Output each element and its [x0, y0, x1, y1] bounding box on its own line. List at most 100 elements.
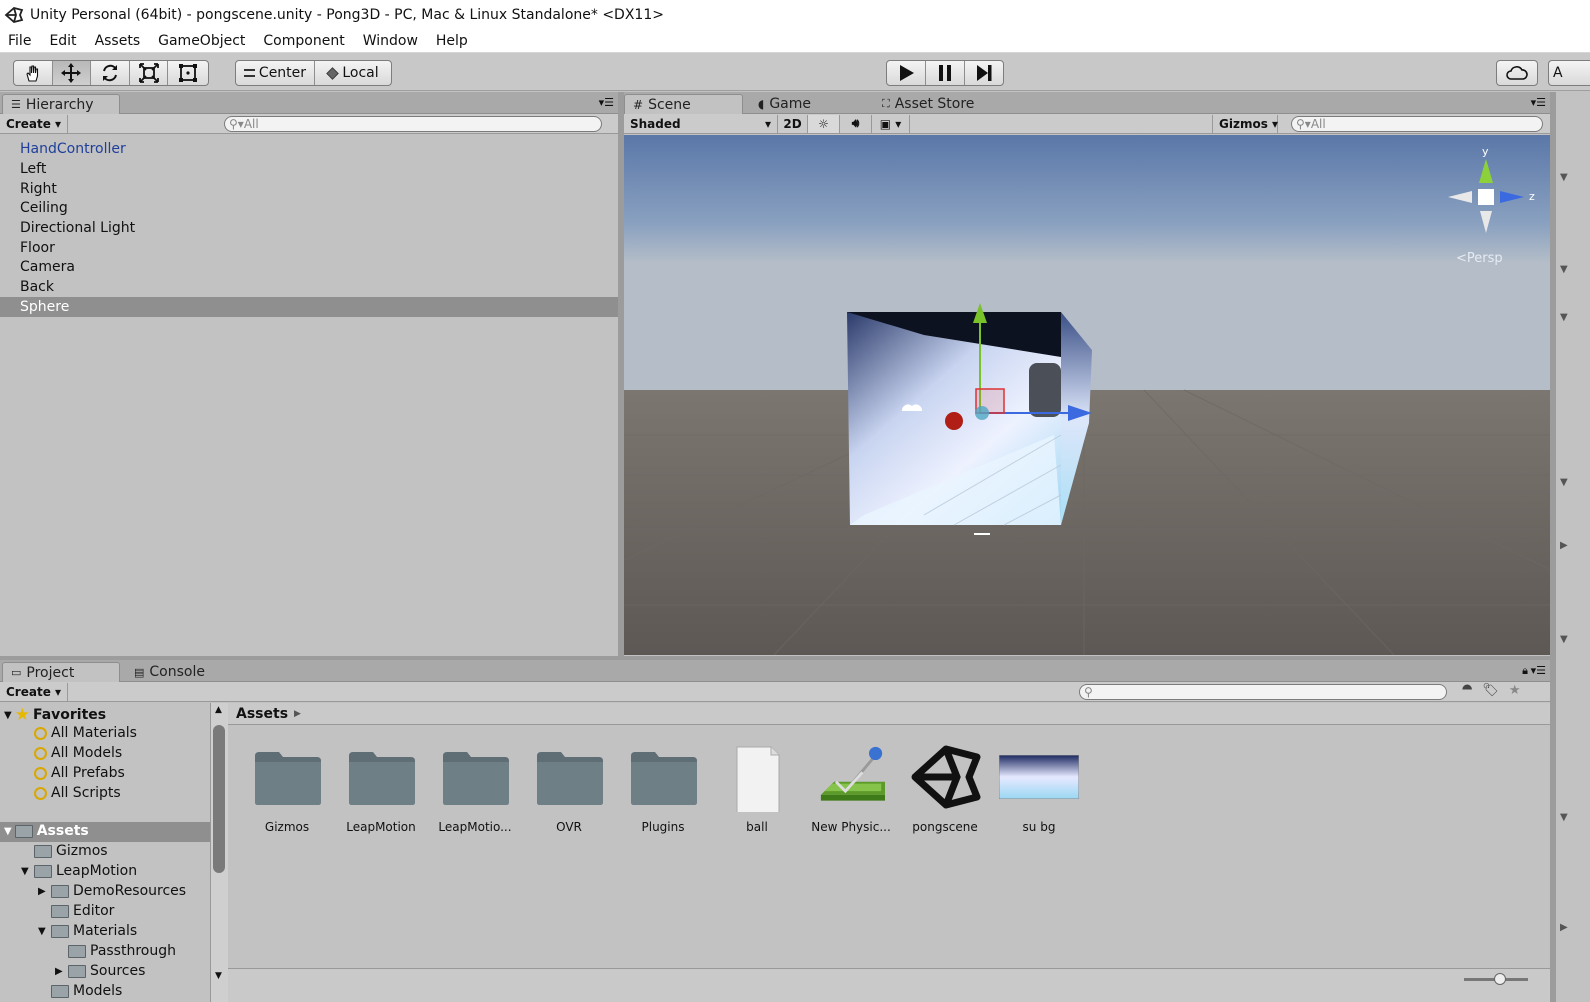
panel-menu-icon[interactable]: ▾☰	[599, 96, 614, 109]
cloud-services-button[interactable]	[1496, 60, 1538, 86]
hierarchy-item-handcontroller[interactable]: HandController	[20, 141, 126, 157]
pivot-local-button[interactable]: Local	[315, 61, 391, 85]
foldout-arrow-icon[interactable]: ▶	[1560, 540, 1568, 551]
tree-item-models[interactable]: Models	[38, 983, 122, 999]
tab-project[interactable]: ▭ Project	[2, 662, 120, 682]
arrow-right-icon[interactable]: ▶	[38, 886, 51, 897]
arrow-down-icon[interactable]: ▼	[21, 866, 34, 877]
asset-item-label: Gizmos	[264, 820, 310, 834]
shading-mode-dropdown[interactable]: Shaded ▾	[624, 114, 778, 133]
menu-help[interactable]: Help	[436, 33, 468, 49]
hierarchy-item-left[interactable]: Left	[20, 161, 46, 177]
asset-item-label: su bg	[1022, 820, 1056, 834]
foldout-arrow-icon[interactable]: ▼	[1560, 172, 1568, 183]
window-title: Unity Personal (64bit) - pongscene.unity…	[30, 6, 664, 23]
arrow-right-icon[interactable]: ▶	[55, 966, 68, 977]
filter-by-type-icon[interactable]: ⯊	[1462, 683, 1472, 701]
tab-console[interactable]: ▤ Console	[126, 662, 236, 682]
menu-component[interactable]: Component	[263, 33, 344, 49]
favorite-all-prefabs[interactable]: All Prefabs	[34, 765, 125, 781]
foldout-arrow-icon[interactable]: ▼	[1560, 312, 1568, 323]
hierarchy-create-dropdown[interactable]: Create ▾	[0, 114, 69, 133]
project-search-input[interactable]: ⚲	[1079, 684, 1447, 700]
foldout-arrow-icon[interactable]: ▼	[1560, 812, 1568, 823]
scene-effects-dropdown[interactable]: ▣ ▾	[872, 114, 910, 133]
tree-item-editor[interactable]: Editor	[38, 903, 114, 919]
tab-asset-store[interactable]: ⛶ Asset Store	[874, 94, 1004, 114]
tree-item-gizmos[interactable]: Gizmos	[21, 843, 108, 859]
tree-item-sources[interactable]: ▶ Sources	[55, 963, 145, 979]
arrow-down-icon[interactable]: ▼	[38, 926, 51, 937]
scrollbar-thumb[interactable]	[213, 725, 225, 873]
pivot-toggles: Center Local	[235, 60, 392, 86]
favorite-star-icon[interactable]: ★	[1509, 683, 1521, 701]
foldout-arrow-icon[interactable]: ▼	[1560, 634, 1568, 645]
scroll-down-icon[interactable]: ▼	[215, 971, 222, 981]
menu-window[interactable]: Window	[363, 33, 418, 49]
account-button[interactable]: A	[1548, 60, 1590, 86]
menu-gameobject[interactable]: GameObject	[158, 33, 245, 49]
filter-by-label-icon[interactable]: 🏷︎	[1482, 683, 1499, 701]
tree-item-leapmotion[interactable]: ▼ LeapMotion	[21, 863, 137, 879]
folder-icon	[51, 884, 69, 898]
asset-item-label: LeapMotio...	[438, 820, 512, 834]
move-tool-button[interactable]	[52, 61, 92, 85]
breadcrumb: Assets ▶	[228, 703, 1550, 725]
hierarchy-item-directional-light[interactable]: Directional Light	[20, 220, 135, 236]
scroll-up-icon[interactable]: ▲	[215, 705, 222, 715]
favorites-header[interactable]: ▼ ★ Favorites	[4, 705, 106, 725]
rect-transform-icon	[179, 64, 198, 82]
rotate-tool-button[interactable]	[91, 61, 130, 85]
menu-file[interactable]: File	[8, 33, 31, 49]
menu-edit[interactable]: Edit	[49, 33, 76, 49]
favorite-all-models[interactable]: All Models	[34, 745, 122, 761]
hierarchy-item-ceiling[interactable]: Ceiling	[20, 200, 68, 216]
hierarchy-item-right[interactable]: Right	[20, 181, 57, 197]
rect-tool-button[interactable]	[168, 61, 208, 85]
foldout-arrow-icon[interactable]: ▼	[1560, 477, 1568, 488]
lock-icon[interactable]: 🔒︎	[1522, 664, 1528, 678]
favorite-all-materials[interactable]: All Materials	[34, 725, 137, 741]
scene-audio-toggle[interactable]: 🔊︎	[840, 114, 872, 133]
projection-label[interactable]: <Persp	[1456, 251, 1503, 266]
panel-menu-icon[interactable]: ▾☰	[1531, 96, 1546, 109]
tree-item-label: Gizmos	[56, 843, 108, 859]
foldout-arrow-icon[interactable]: ▼	[1560, 264, 1568, 275]
tree-assets-root[interactable]: ▼ Assets	[4, 823, 89, 839]
favorite-all-scripts[interactable]: All Scripts	[34, 785, 121, 801]
tree-item-label: Models	[73, 983, 123, 999]
hierarchy-item-back[interactable]: Back	[20, 279, 54, 295]
pivot-center-button[interactable]: Center	[236, 61, 315, 85]
tree-item-demoresources[interactable]: ▶ DemoResources	[38, 883, 186, 899]
breadcrumb-assets[interactable]: Assets	[236, 706, 288, 722]
window-title-bar: Unity Personal (64bit) - pongscene.unity…	[0, 0, 1590, 29]
scene-viewport[interactable]: y z <Persp	[624, 135, 1550, 655]
step-button[interactable]	[965, 61, 1003, 85]
zoom-slider-thumb[interactable]	[1494, 973, 1506, 985]
toggle-2d-button[interactable]: 2D	[778, 114, 808, 133]
tab-game[interactable]: ◖ Game	[750, 94, 860, 114]
pivot-icon	[243, 69, 255, 77]
hand-tool-button[interactable]	[14, 61, 53, 85]
pause-button[interactable]	[926, 61, 965, 85]
scale-tool-button[interactable]	[130, 61, 169, 85]
scene-search-input[interactable]: ⚲▾ All	[1291, 116, 1543, 132]
play-button[interactable]	[887, 61, 927, 85]
scene-lighting-toggle[interactable]: ☼	[808, 114, 840, 133]
tree-item-materials[interactable]: ▼ Materials	[38, 923, 137, 939]
menu-assets[interactable]: Assets	[95, 33, 141, 49]
unity-scene-icon	[911, 745, 981, 809]
panel-menu-icon[interactable]: ▾☰	[1531, 664, 1546, 677]
hierarchy-item-floor[interactable]: Floor	[20, 240, 55, 256]
hierarchy-search-input[interactable]: ⚲▾ All	[224, 116, 602, 132]
gizmos-dropdown[interactable]: Gizmos ▾	[1212, 114, 1278, 133]
tree-item-passthrough[interactable]: Passthrough	[55, 943, 176, 959]
tab-scene[interactable]: # Scene	[624, 94, 743, 114]
scale-icon	[138, 63, 159, 83]
project-create-dropdown[interactable]: Create ▾	[0, 682, 69, 701]
hierarchy-item-sphere[interactable]: Sphere	[20, 299, 69, 315]
hierarchy-item-camera[interactable]: Camera	[20, 259, 75, 275]
tab-hierarchy[interactable]: ☰ Hierarchy	[2, 94, 120, 114]
tree-scrollbar[interactable]: ▲ ▼	[210, 703, 228, 1002]
foldout-arrow-icon[interactable]: ▶	[1560, 922, 1568, 933]
